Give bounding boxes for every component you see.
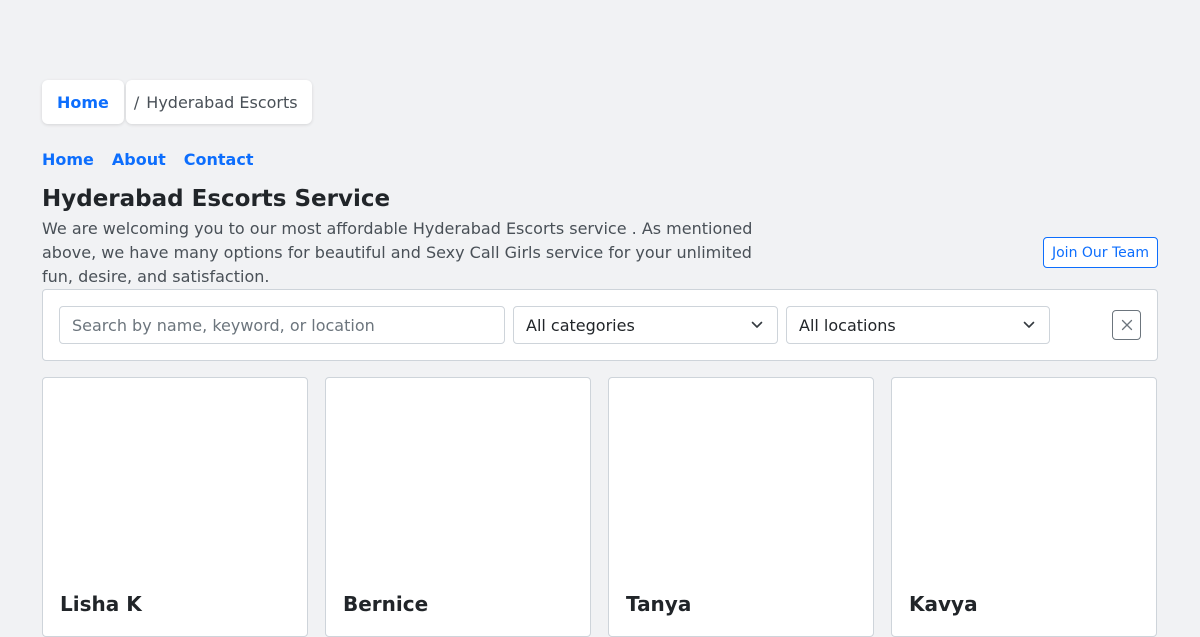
breadcrumb-home-link[interactable]: Home — [42, 80, 124, 124]
category-select[interactable]: All categories — [513, 306, 778, 344]
search-input[interactable] — [59, 306, 505, 344]
profile-card-name: Tanya — [626, 592, 692, 616]
location-select-value: All locations — [799, 315, 896, 335]
profile-card-name: Kavya — [909, 592, 978, 616]
close-icon — [1121, 319, 1132, 331]
nav-link-contact[interactable]: Contact — [184, 150, 254, 169]
profile-card[interactable]: Lisha K — [42, 377, 308, 637]
breadcrumb: Home / Hyderabad Escorts — [42, 80, 312, 124]
profile-card[interactable]: Tanya — [608, 377, 874, 637]
join-our-team-button[interactable]: Join Our Team — [1042, 237, 1158, 268]
nav-link-about[interactable]: About — [112, 150, 166, 169]
clear-filters-button[interactable] — [1112, 310, 1141, 340]
profile-card-name: Lisha K — [60, 592, 142, 616]
breadcrumb-current: / Hyderabad Escorts — [125, 80, 312, 124]
page-title: Hyderabad Escorts Service — [42, 186, 391, 212]
profile-card[interactable]: Bernice — [325, 377, 591, 637]
breadcrumb-current-label: Hyderabad Escorts — [146, 92, 298, 112]
chevron-down-icon — [1023, 321, 1035, 328]
profile-card-grid: Lisha K Bernice Tanya Kavya — [42, 377, 1157, 637]
intro-text: We are welcoming you to our most afforda… — [42, 219, 753, 286]
location-select[interactable]: All locations — [786, 306, 1050, 344]
filter-bar: All categories All locations — [42, 289, 1158, 361]
chevron-down-icon — [751, 321, 763, 328]
breadcrumb-separator: / — [133, 92, 140, 112]
profile-card-name: Bernice — [343, 592, 429, 616]
profile-card[interactable]: Kavya — [891, 377, 1157, 637]
top-nav: Home About Contact — [42, 150, 253, 169]
nav-link-home[interactable]: Home — [42, 150, 94, 169]
category-select-value: All categories — [526, 315, 635, 335]
